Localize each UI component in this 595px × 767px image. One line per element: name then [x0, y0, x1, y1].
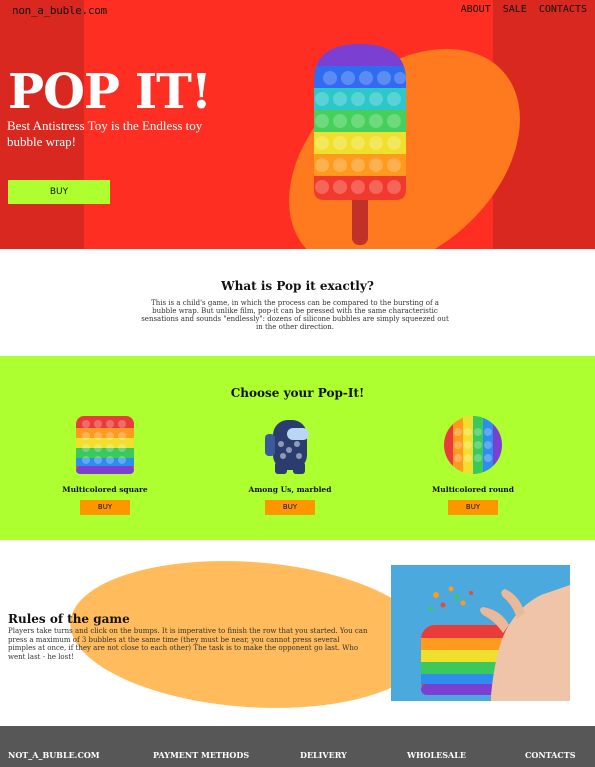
rules-text: Players take turns and click on the bump… — [8, 627, 368, 661]
round-popit-icon — [444, 416, 502, 474]
footer-payment-methods[interactable]: PAYMENT METHODS — [153, 750, 249, 760]
rules-section: Rules of the game Players take turns and… — [0, 540, 595, 726]
footer-wholesale[interactable]: WHOLESALE — [407, 750, 466, 760]
footer-logo[interactable]: NOT_A_BUBLE.COM — [8, 750, 100, 760]
product-name: Among Us, marbled — [248, 485, 332, 494]
nav-sale[interactable]: SALE — [503, 4, 527, 15]
what-heading: What is Pop it exactly? — [221, 279, 374, 293]
product-card-round: Multicolored round BUY — [403, 414, 543, 515]
product-buy-button[interactable]: BUY — [265, 499, 315, 515]
product-name: Multicolored square — [62, 485, 148, 494]
square-popit-icon — [76, 416, 134, 474]
rules-heading: Rules of the game — [8, 612, 130, 626]
choose-section: Choose your Pop-It! Multicolored square … — [0, 356, 595, 540]
footer-delivery[interactable]: DELIVERY — [300, 750, 347, 760]
hero-section: non_a_buble.com ABOUT SALE CONTACTS POP … — [0, 0, 595, 249]
hand-popit-photo — [391, 565, 570, 701]
product-buy-button[interactable]: BUY — [448, 499, 498, 515]
product-card-amongus: Among Us, marbled BUY — [220, 414, 360, 515]
choose-heading: Choose your Pop-It! — [230, 386, 365, 400]
hero-subtitle: Best Antistress Toy is the Endless toy b… — [7, 118, 203, 149]
popsicle-popit-image — [314, 44, 406, 245]
what-text: This is a child's game, in which the pro… — [141, 299, 449, 331]
nav-about[interactable]: ABOUT — [461, 4, 491, 15]
site-logo[interactable]: non_a_buble.com — [12, 4, 107, 17]
hero-title: POP IT! — [8, 64, 212, 120]
hero-buy-button[interactable]: BUY — [8, 180, 110, 204]
amongus-popit-icon — [265, 420, 309, 474]
product-card-square: Multicolored square BUY — [35, 414, 175, 515]
footer: NOT_A_BUBLE.COM PAYMENT METHODS DELIVERY… — [0, 726, 595, 767]
product-name: Multicolored round — [431, 485, 515, 494]
top-nav: ABOUT SALE CONTACTS — [461, 4, 587, 15]
what-is-section: What is Pop it exactly? This is a child'… — [0, 249, 595, 356]
footer-contacts[interactable]: CONTACTS — [525, 750, 575, 760]
product-buy-button[interactable]: BUY — [80, 499, 130, 515]
nav-contacts[interactable]: CONTACTS — [539, 4, 587, 15]
